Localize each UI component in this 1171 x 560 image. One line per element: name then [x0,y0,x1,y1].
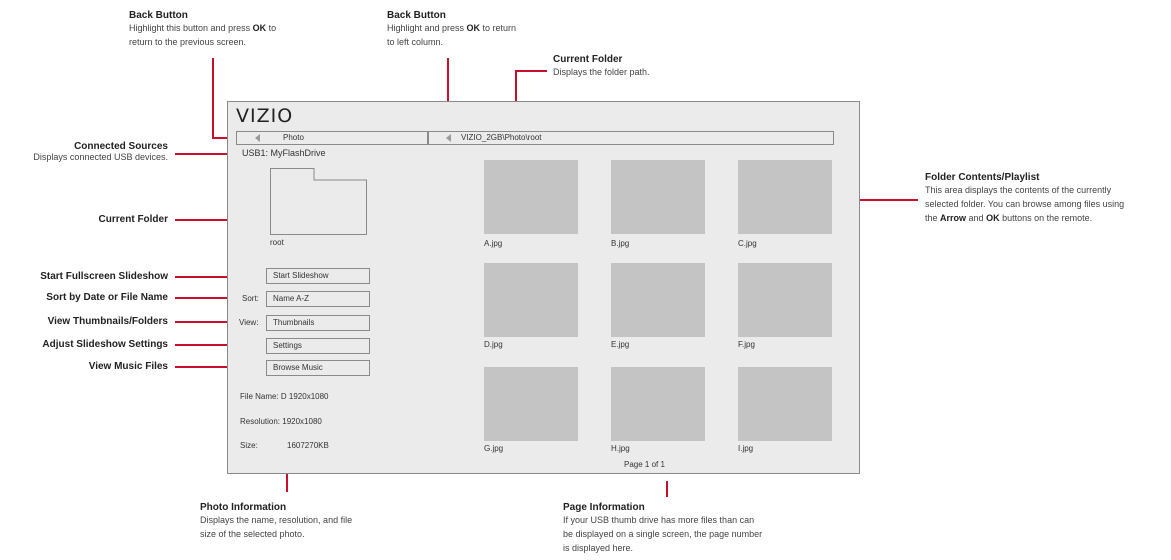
folder-name: root [270,238,284,247]
callout-title: Back Button [129,10,188,21]
settings-button[interactable]: Settings [266,338,370,354]
browse-music-button[interactable]: Browse Music [266,360,370,376]
photo-file-name: File Name: D 1920x1080 [240,392,329,401]
sort-label: Sort: [242,294,259,303]
start-slideshow-label: Start Fullscreen Slideshow [40,271,168,282]
back-button-left[interactable]: Photo [236,131,428,145]
thumbnail-image[interactable] [738,263,832,337]
thumbnail-image[interactable] [484,160,578,234]
folder-path: VIZIO_2GB\Photo\root [461,133,542,142]
callout-desc: Displays connected USB devices. [33,152,168,162]
thumbnail-label: G.jpg [484,444,504,453]
thumbnail-image[interactable] [484,263,578,337]
callout-text: Highlight this button and press [129,23,253,33]
callout-text: to return [480,23,517,33]
connected-sources-callout: Connected Sources Displays connected USB… [0,141,168,162]
callout-desc: This area displays the contents of the c… [925,183,1165,225]
music-label: View Music Files [88,361,168,372]
callout-text: to left column. [387,37,444,47]
vizio-logo: VIZIO [236,105,294,127]
folder-icon[interactable] [270,168,368,235]
thumbnail-image[interactable] [611,263,705,337]
callout-text: to [266,23,277,33]
current-folder-label: Current Folder [98,214,168,225]
thumbnail-image[interactable] [738,367,832,441]
callout-desc: Highlight this button and press OK to re… [129,21,276,49]
callout-title: Folder Contents/Playlist [925,172,1040,183]
leader-line [515,70,547,72]
thumbnail-image[interactable] [484,367,578,441]
callout-text: If your USB thumb drive has more files t… [563,515,755,525]
callout-text: buttons on the remote. [999,213,1093,223]
start-slideshow-button[interactable]: Start Slideshow [266,268,370,284]
thumbnail-label: I.jpg [738,444,754,453]
page-info-callout: Page Information If your USB thumb drive… [563,502,762,555]
callout-text: selected folder. You can browse among fi… [925,199,1125,209]
folder-contents-callout: Folder Contents/Playlist This area displ… [925,172,1165,225]
thumbnail-label: A.jpg [484,239,503,248]
photo-resolution: Resolution: 1920x1080 [240,417,322,426]
callout-bold: OK [466,23,481,33]
callout-desc: Highlight and press OK to return to left… [387,21,516,49]
photo-size-label: Size: [240,441,258,450]
view-label: View Thumbnails/Folders [47,316,168,327]
thumbnail-label: H.jpg [611,444,630,453]
page-indicator: Page 1 of 1 [624,460,665,469]
back-arrow-icon [255,134,260,142]
callout-text: Highlight and press [387,23,467,33]
callout-desc: Displays the name, resolution, and file … [200,513,352,541]
callout-text: is displayed here. [563,543,634,553]
callout-text: and [966,213,987,223]
back-button-callout: Back Button Highlight this button and pr… [129,10,276,49]
photo-size-value: 1607270KB [287,441,329,450]
leader-line [666,481,668,497]
connected-source[interactable]: USB1: MyFlashDrive [242,148,326,158]
back-button-path[interactable]: VIZIO_2GB\Photo\root [428,131,834,145]
callout-text: the [925,213,941,223]
thumbnail-label: C.jpg [738,239,757,248]
view-label: View: [239,318,259,327]
callout-bold: Arrow [940,213,967,223]
callout-text: size of the selected photo. [200,529,305,539]
thumbnail-image[interactable] [611,367,705,441]
callout-text: Displays the name, resolution, and file [200,515,353,525]
callout-title: Page Information [563,502,645,513]
back-arrow-icon [446,134,451,142]
thumbnail-image[interactable] [611,160,705,234]
media-browser-screen: VIZIO Photo VIZIO_2GB\Photo\root USB1: M… [227,101,860,474]
leader-line [212,58,214,138]
photo-info-callout: Photo Information Displays the name, res… [200,502,352,541]
callout-text: This area displays the contents of the c… [925,185,1112,195]
thumbnail-label: E.jpg [611,340,630,349]
settings-label: Adjust Slideshow Settings [42,339,168,350]
callout-title: Photo Information [200,502,287,513]
callout-desc: Displays the folder path. [553,67,650,77]
callout-title: Back Button [387,10,446,21]
sort-select[interactable]: Name A-Z [266,291,370,307]
thumbnail-image[interactable] [738,160,832,234]
callout-title: Connected Sources [74,141,168,152]
callout-text: be displayed on a single screen, the pag… [563,529,763,539]
callout-text: return to the previous screen. [129,37,247,47]
back-button-callout-2: Back Button Highlight and press OK to re… [387,10,516,49]
view-select[interactable]: Thumbnails [266,315,370,331]
callout-desc: If your USB thumb drive has more files t… [563,513,762,555]
source-type-label: Photo [283,133,304,142]
thumbnail-label: B.jpg [611,239,630,248]
thumbnail-label: F.jpg [738,340,755,349]
callout-bold: OK [986,213,1000,223]
callout-bold: OK [252,23,267,33]
thumbnail-label: D.jpg [484,340,503,349]
current-folder-callout: Current Folder Displays the folder path. [553,54,650,79]
callout-title: Current Folder [553,54,623,65]
sort-label: Sort by Date or File Name [46,292,168,303]
